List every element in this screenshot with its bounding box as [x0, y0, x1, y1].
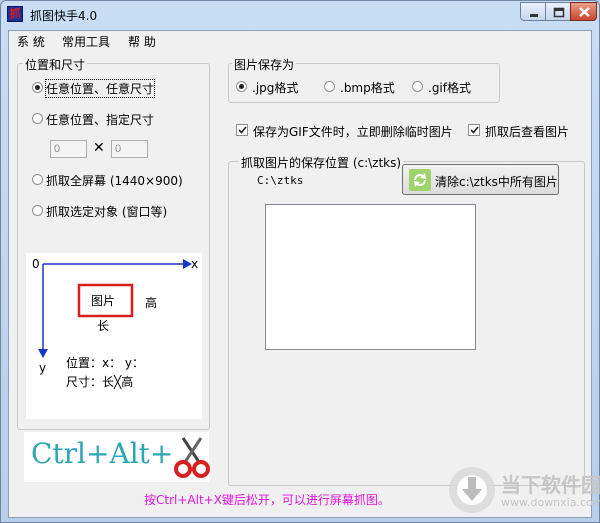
save-location-group-title: 抓取图片的保存位置 (c:\ztks): [239, 154, 404, 171]
menu-help[interactable]: 帮 助: [128, 33, 156, 50]
scissors-icon: [174, 437, 210, 478]
checkbox-delete-temp[interactable]: [236, 124, 248, 136]
menu-system[interactable]: 系 统: [17, 33, 45, 50]
diagram-image-label: 图片: [91, 294, 116, 308]
radio-gif[interactable]: [412, 81, 423, 92]
checkbox-view-after[interactable]: [468, 124, 480, 136]
clear-images-button-label: 清除c:\ztks中所有图片: [435, 175, 558, 189]
close-icon: [579, 7, 590, 17]
app-icon[interactable]: 抓: [7, 6, 23, 22]
diagram-position-line: 位置：x： y：: [66, 356, 145, 370]
menu-bar: 系 统 常用工具 帮 助: [9, 31, 591, 49]
label-jpg[interactable]: .jpg格式: [252, 79, 298, 96]
coordinate-diagram: 0 x y 图片 高 长 位置：x： y： 尺寸：长╳高: [26, 253, 202, 419]
diagram-size-line: 尺寸：长╳高: [66, 375, 134, 389]
diagram-length-label: 长: [97, 319, 110, 333]
label-full-screen[interactable]: 抓取全屏幕 (1440×900): [46, 172, 183, 189]
checkmark-icon: [470, 126, 479, 134]
window-title: 抓图快手4.0: [30, 9, 98, 23]
label-view-after[interactable]: 抓取后查看图片: [485, 123, 569, 140]
label-gif[interactable]: .gif格式: [428, 79, 471, 96]
height-input[interactable]: [111, 140, 148, 158]
position-size-group-title: 位置和尺寸: [23, 56, 88, 73]
label-delete-temp[interactable]: 保存为GIF文件时，立即删除临时图片: [253, 123, 453, 140]
times-symbol: ✕: [93, 140, 105, 156]
maximize-button[interactable]: [545, 2, 571, 21]
diagram-x-axis-label: x: [191, 257, 199, 271]
title-bar[interactable]: 抓 抓图快手4.0: [1, 1, 599, 29]
radio-jpg[interactable]: [236, 81, 247, 92]
watermark-brand: 当下软件园: [501, 473, 600, 497]
app-window: 抓 抓图快手4.0 系 统 常用工具 帮 助 位置和尺寸 任意位置、任意尺寸 任…: [0, 0, 600, 523]
watermark-logo-icon: [449, 467, 495, 513]
label-any-position-fixed-size[interactable]: 任意位置、指定尺寸: [46, 111, 154, 128]
image-preview: [265, 204, 476, 350]
radio-bmp[interactable]: [324, 81, 335, 92]
save-path: C:\ztks: [257, 174, 304, 187]
radio-any-position-any-size[interactable]: [32, 82, 43, 93]
hotkey-hint: 按Ctrl+Alt+X键后松开，可以进行屏幕抓图。: [144, 493, 390, 507]
minimize-button[interactable]: [520, 2, 546, 21]
width-input[interactable]: [50, 140, 87, 158]
close-button[interactable]: [570, 2, 597, 21]
minimize-icon: [530, 14, 538, 17]
hotkey-text: Ctrl+Alt+: [31, 437, 174, 470]
diagram-origin-label: 0: [32, 257, 40, 271]
refresh-icon: [409, 169, 431, 191]
label-selected-object[interactable]: 抓取选定对象 (窗口等): [46, 203, 167, 220]
client-area: 系 统 常用工具 帮 助 位置和尺寸 任意位置、任意尺寸 任意位置、指定尺寸 ✕…: [8, 30, 592, 518]
label-bmp[interactable]: .bmp格式: [340, 79, 395, 96]
maximize-icon: [553, 7, 565, 18]
watermark: 当下软件园 www.downxia.com: [445, 463, 600, 517]
radio-selected-object[interactable]: [32, 205, 43, 216]
diagram-y-axis-label: y: [39, 361, 47, 375]
radio-full-screen[interactable]: [32, 174, 43, 185]
format-group-title: 图片保存为: [232, 56, 297, 73]
watermark-site: www.downxia.com: [501, 496, 600, 509]
diagram-axes: [38, 259, 192, 358]
menu-tools[interactable]: 常用工具: [62, 33, 110, 50]
hotkey-graphic: Ctrl+Alt+: [24, 432, 210, 482]
radio-any-position-fixed-size[interactable]: [32, 113, 43, 124]
clear-images-button[interactable]: 清除c:\ztks中所有图片: [402, 164, 559, 195]
label-any-position-any-size[interactable]: 任意位置、任意尺寸: [44, 79, 156, 98]
checkmark-icon: [238, 126, 247, 134]
diagram-height-label: 高: [145, 296, 158, 310]
